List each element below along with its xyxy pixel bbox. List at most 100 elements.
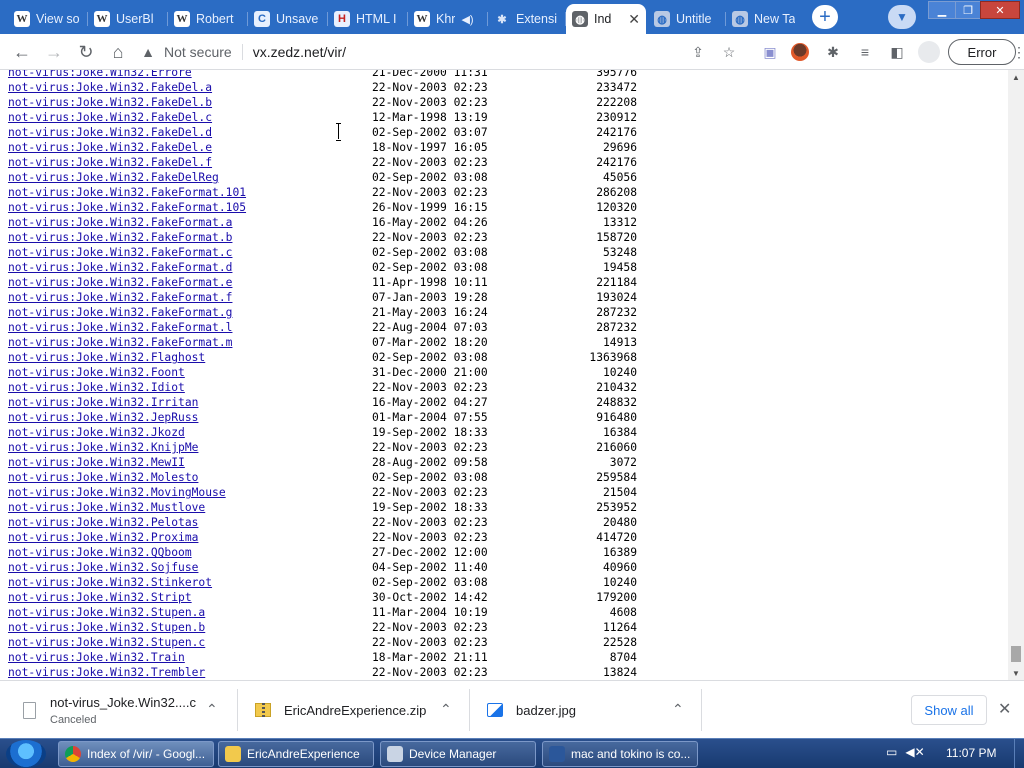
security-label[interactable]: Not secure [164,44,232,60]
taskbar-item-document[interactable]: mac and tokino is co... [542,741,698,767]
file-link[interactable]: not-virus:Joke.Win32.Stinkerot [8,575,212,590]
download-item[interactable]: badzer.jpg ⌃ [486,681,696,739]
new-tab-button[interactable]: + [812,5,838,29]
tab-index-of-vir[interactable]: ◍ Ind ✕ [566,4,646,34]
file-link[interactable]: not-virus:Joke.Win32.FakeDelReg [8,170,219,185]
file-link[interactable]: not-virus:Joke.Win32.FakeFormat.e [8,275,232,290]
file-link[interactable]: not-virus:Joke.Win32.FakeDel.d [8,125,212,140]
tab-khr[interactable]: W Khr ◀) [408,4,488,34]
tab-unsaved[interactable]: C Unsave [248,4,328,34]
file-link[interactable]: not-virus:Joke.Win32.Sojfuse [8,560,198,575]
file-link[interactable]: not-virus:Joke.Win32.Pelotas [8,515,198,530]
file-link[interactable]: not-virus:Joke.Win32.FakeFormat.f [8,290,232,305]
file-link[interactable]: not-virus:Joke.Win32.Errore [8,70,192,80]
file-link[interactable]: not-virus:Joke.Win32.Foont [8,365,185,380]
profile-avatar[interactable] [918,41,940,63]
file-link[interactable]: not-virus:Joke.Win32.Stupen.a [8,605,205,620]
download-filename: EricAndreExperience.zip [284,702,427,718]
file-link[interactable]: not-virus:Joke.Win32.Stript [8,590,192,605]
file-link[interactable]: not-virus:Joke.Win32.FakeFormat.g [8,305,232,320]
file-link[interactable]: not-virus:Joke.Win32.JepRuss [8,410,198,425]
file-link[interactable]: not-virus:Joke.Win32.Molesto [8,470,198,485]
reload-button[interactable]: ↻ [74,40,98,64]
tab-search-button[interactable]: ▼ [888,5,916,29]
tab-userbl[interactable]: W UserBl [88,4,168,34]
vertical-scrollbar[interactable]: ▲ ▼ [1008,70,1024,680]
home-button[interactable]: ⌂ [106,40,130,64]
file-link[interactable]: not-virus:Joke.Win32.Idiot [8,380,185,395]
file-link[interactable]: not-virus:Joke.Win32.Trembler [8,665,205,680]
maximize-button[interactable]: ❐ [955,1,981,19]
extension-icon[interactable]: ▣ [760,42,780,62]
file-link[interactable]: not-virus:Joke.Win32.FakeDel.e [8,140,212,155]
scroll-down-icon[interactable]: ▼ [1008,666,1024,680]
file-link[interactable]: not-virus:Joke.Win32.FakeDel.c [8,110,212,125]
file-link[interactable]: not-virus:Joke.Win32.FakeDel.b [8,95,212,110]
minimize-button[interactable]: ▁ [928,1,956,19]
warning-icon[interactable]: ▲ [140,44,156,60]
download-item[interactable]: EricAndreExperience.zip ⌃ [254,681,464,739]
forward-button[interactable]: → [42,40,66,64]
more-menu-icon[interactable]: ⋮ [1012,44,1024,61]
file-link[interactable]: not-virus:Joke.Win32.Mustlove [8,500,205,515]
extension-avatar-icon[interactable] [791,43,809,61]
file-link[interactable]: not-virus:Joke.Win32.Stupen.c [8,635,205,650]
tab-extensions[interactable]: ✱ Extensi [488,4,566,34]
file-link[interactable]: not-virus:Joke.Win32.QQboom [8,545,192,560]
file-link[interactable]: not-virus:Joke.Win32.FakeFormat.l [8,320,232,335]
scrollbar-thumb[interactable] [1011,646,1021,662]
file-link[interactable]: not-virus:Joke.Win32.FakeFormat.101 [8,185,246,200]
file-link[interactable]: not-virus:Joke.Win32.FakeFormat.d [8,260,232,275]
home-icon: ⌂ [112,41,124,62]
file-link[interactable]: not-virus:Joke.Win32.Train [8,650,185,665]
file-link[interactable]: not-virus:Joke.Win32.FakeFormat.b [8,230,232,245]
bookmark-star-icon[interactable]: ☆ [719,42,739,62]
file-link[interactable]: not-virus:Joke.Win32.KnijpMe [8,440,198,455]
side-panel-icon[interactable]: ◧ [887,42,907,62]
window-close-button[interactable]: ✕ [980,1,1020,19]
file-link[interactable]: not-virus:Joke.Win32.FakeFormat.c [8,245,232,260]
taskbar-item-chrome[interactable]: Index of /vir/ - Googl... [58,741,214,767]
clock[interactable]: 11:07 PM [946,746,996,760]
show-all-button[interactable]: Show all [911,695,987,725]
taskbar-item-folder[interactable]: EricAndreExperience [218,741,374,767]
file-link[interactable]: not-virus:Joke.Win32.Flaghost [8,350,205,365]
close-icon[interactable]: ✕ [628,11,640,28]
taskbar-item-device-manager[interactable]: Device Manager [380,741,536,767]
file-link[interactable]: not-virus:Joke.Win32.Stupen.b [8,620,205,635]
file-link[interactable]: not-virus:Joke.Win32.FakeFormat.a [8,215,232,230]
file-size: 16384 [602,426,637,439]
show-desktop-button[interactable] [1014,739,1024,768]
tab-html[interactable]: H HTML I [328,4,408,34]
start-button[interactable] [6,740,46,768]
tab-robert[interactable]: W Robert [168,4,248,34]
file-link[interactable]: not-virus:Joke.Win32.Irritan [8,395,198,410]
chevron-up-icon[interactable]: ⌃ [206,701,218,718]
tab-new-tab[interactable]: ◍ New Ta [726,4,806,34]
file-link[interactable]: not-virus:Joke.Win32.MewII [8,455,185,470]
download-item[interactable]: not-virus_Joke.Win32....c Canceled ⌃ [20,681,230,739]
error-button[interactable]: Error [948,39,1016,65]
file-link[interactable]: not-virus:Joke.Win32.FakeFormat.m [8,335,232,350]
scroll-up-icon[interactable]: ▲ [1008,70,1024,84]
puzzle-icon[interactable]: ✱ [823,42,843,62]
network-icon[interactable]: ▭ [886,745,897,759]
audio-playing-icon[interactable]: ◀) [461,13,473,26]
file-link[interactable]: not-virus:Joke.Win32.FakeDel.f [8,155,212,170]
close-icon[interactable]: ✕ [998,699,1011,719]
file-link[interactable]: not-virus:Joke.Win32.Jkozd [8,425,185,440]
file-link[interactable]: not-virus:Joke.Win32.MovingMouse [8,485,226,500]
tab-untitled[interactable]: ◍ Untitle [648,4,726,34]
chevron-up-icon[interactable]: ⌃ [672,701,684,718]
url-text[interactable]: vx.zedz.net/vir/ [253,44,346,60]
file-link[interactable]: not-virus:Joke.Win32.FakeDel.a [8,80,212,95]
chevron-up-icon[interactable]: ⌃ [440,701,452,718]
media-control-icon[interactable]: ≡ [855,42,875,62]
tab-view-source[interactable]: W View so [8,4,88,34]
back-button[interactable]: ← [10,40,34,64]
address-bar[interactable]: ▲ Not secure vx.zedz.net/vir/ [140,38,750,66]
file-link[interactable]: not-virus:Joke.Win32.FakeFormat.105 [8,200,246,215]
share-icon[interactable]: ⇪ [688,42,708,62]
file-link[interactable]: not-virus:Joke.Win32.Proxima [8,530,198,545]
volume-muted-icon[interactable]: ◀✕ [905,745,924,759]
